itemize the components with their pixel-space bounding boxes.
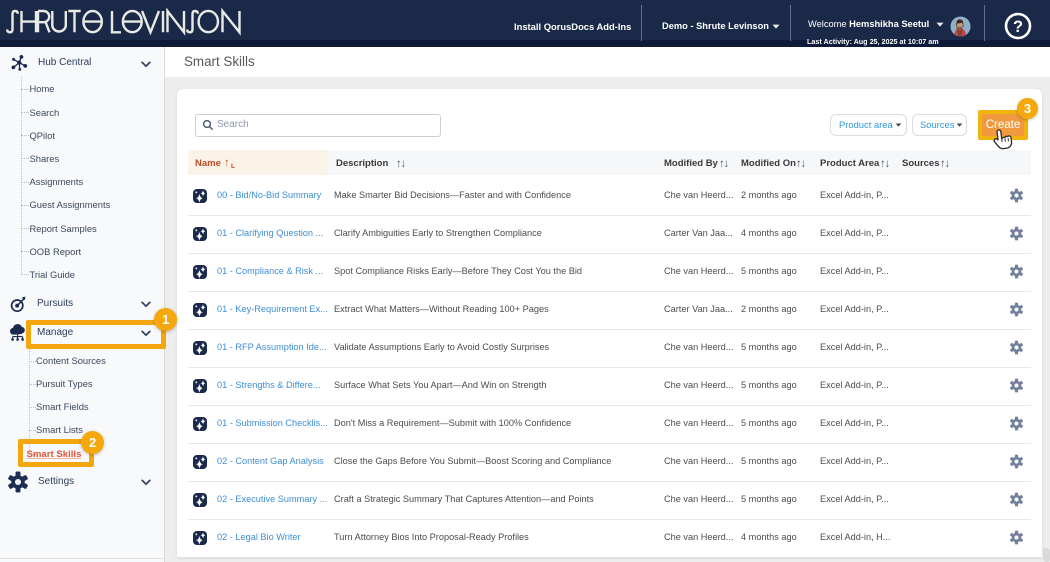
svg-text:?: ? [1013, 18, 1023, 36]
